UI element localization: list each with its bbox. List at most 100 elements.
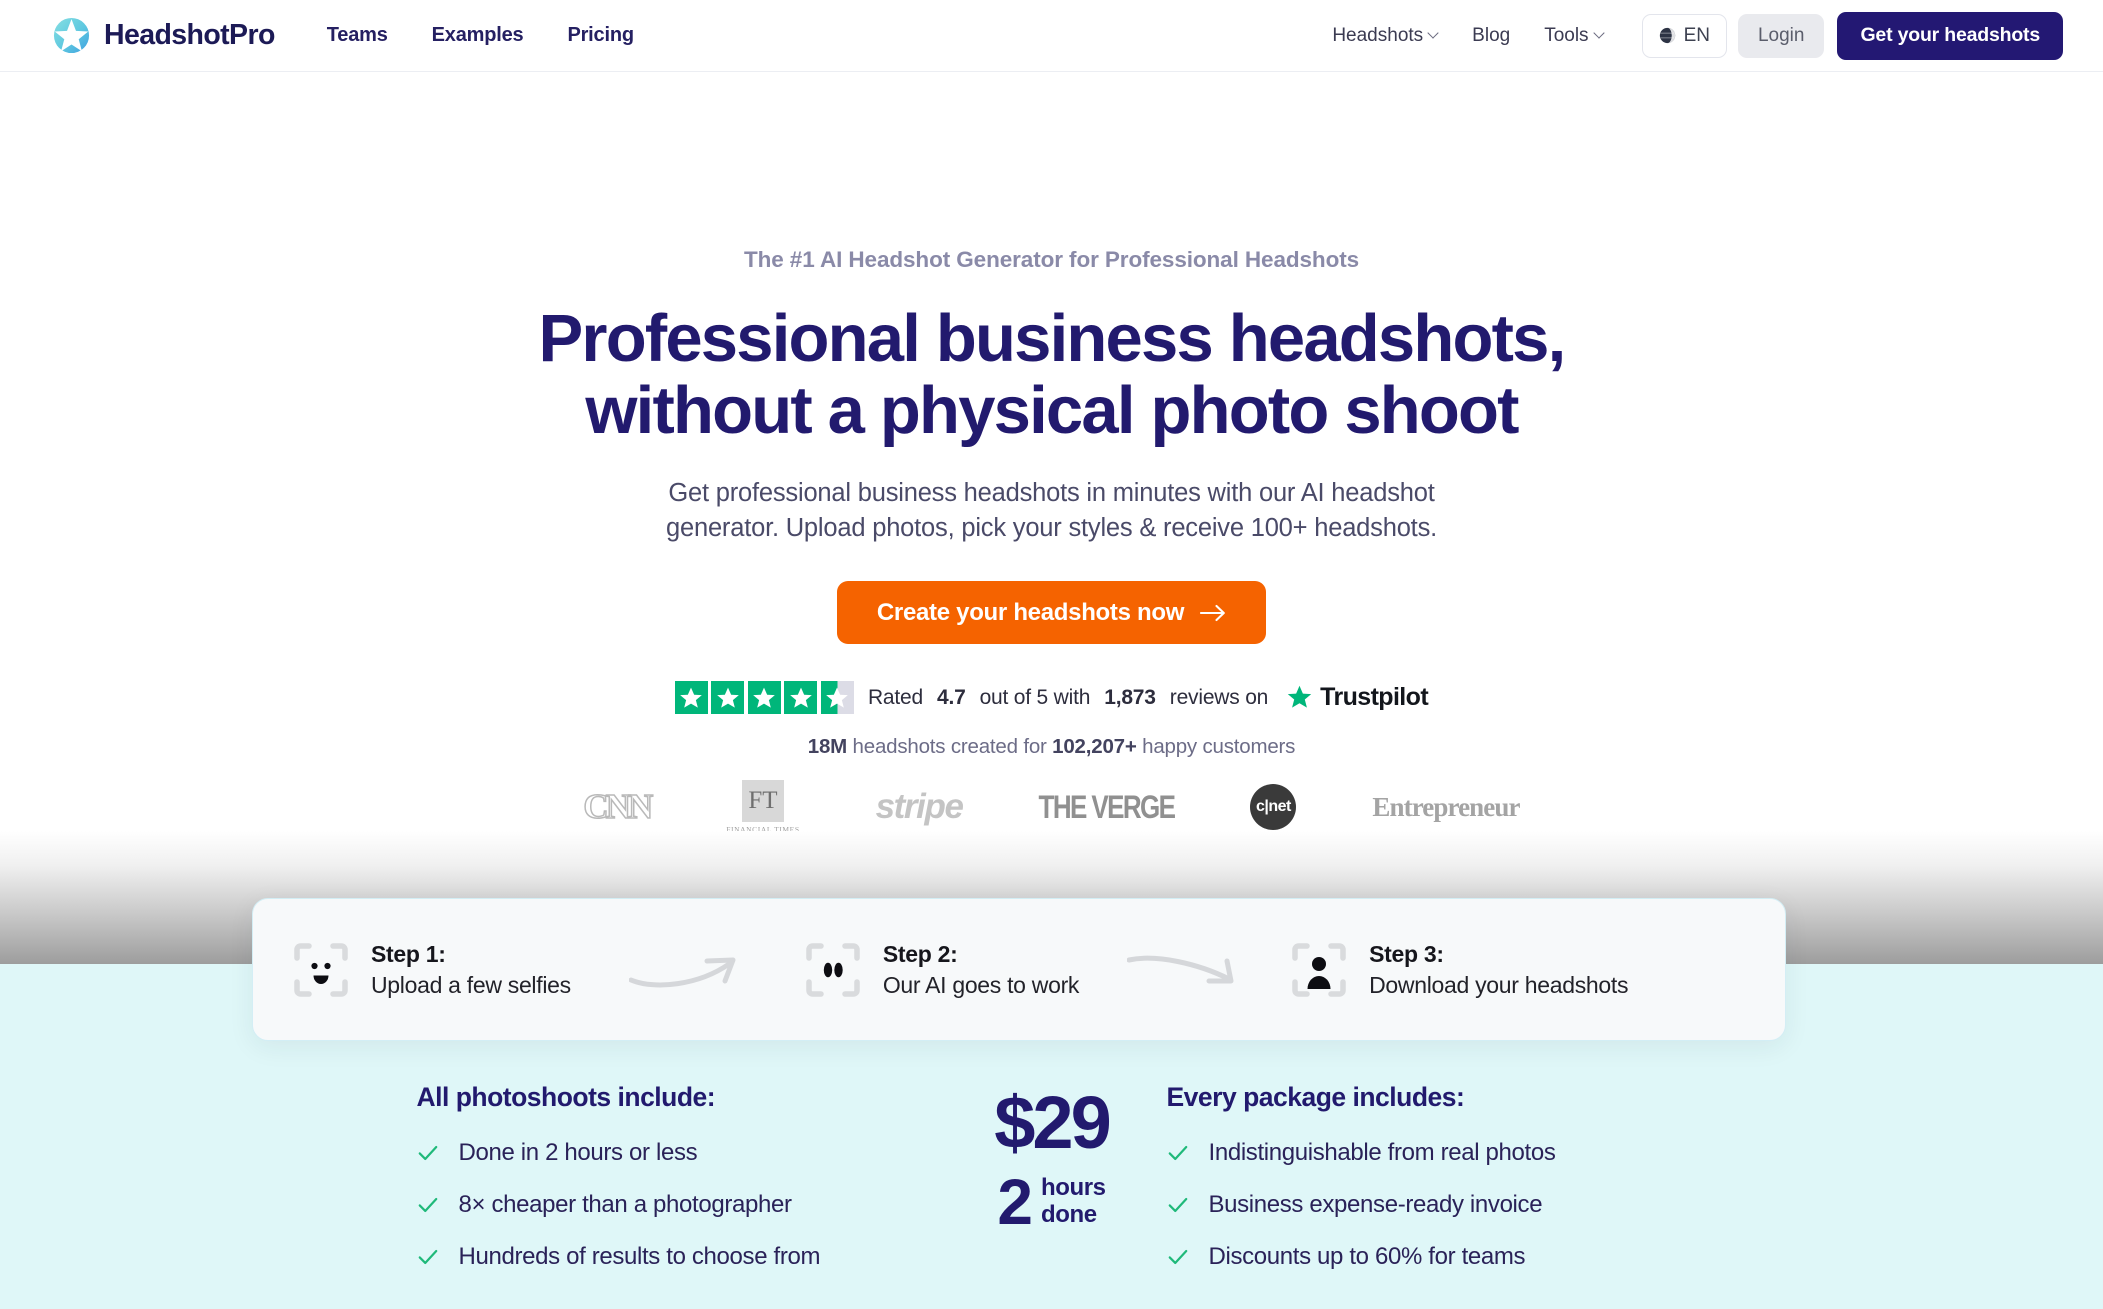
press-logo-stripe: stripe: [875, 787, 964, 827]
trustpilot-logo[interactable]: Trustpilot: [1286, 683, 1429, 712]
nav-item-tools[interactable]: Tools: [1544, 25, 1603, 47]
login-button[interactable]: Login: [1737, 13, 1825, 58]
nav-item-teams[interactable]: Teams: [327, 24, 388, 47]
get-headshots-button[interactable]: Get your headshots: [1837, 11, 2063, 60]
nav-item-blog[interactable]: Blog: [1472, 25, 1510, 47]
face-scan-person-icon: [1292, 942, 1346, 997]
page-title-line-2: without a physical photo shoot: [585, 373, 1519, 449]
stats-mid: headshots created for: [852, 735, 1047, 759]
globe-icon: [1659, 27, 1675, 44]
check-icon: [1168, 1145, 1187, 1161]
trustpilot-name: Trustpilot: [1320, 683, 1429, 712]
star-icon: [674, 681, 708, 715]
package-includes-column: Every package includes: Indistinguishabl…: [1167, 1082, 1687, 1295]
press-logo-the-verge: THE VERGE: [1039, 788, 1176, 826]
how-it-works-card: Step 1: Upload a few selfies Step 2: Our…: [252, 898, 1786, 1041]
hero-subtitle-line-2: generator. Upload photos, pick your styl…: [666, 513, 1437, 542]
step-1-description: Upload a few selfies: [371, 971, 571, 998]
step-3-text: Step 3: Download your headshots: [1369, 941, 1628, 999]
stats-customer-count: 102,207+: [1052, 735, 1137, 759]
hero-subtitle: Get professional business headshots in m…: [0, 476, 2103, 546]
feature-item-label: Done in 2 hours or less: [458, 1139, 698, 1166]
feature-item-label: Indistinguishable from real photos: [1208, 1139, 1556, 1166]
check-icon: [418, 1197, 437, 1213]
entrepreneur-logo-icon: Entrepreneur: [1372, 791, 1520, 822]
page-title: Professional business headshots, without…: [0, 301, 2103, 449]
feature-item-label: Business expense-ready invoice: [1208, 1191, 1543, 1218]
usage-stats: 18M headshots created for 102,207+ happy…: [0, 735, 2103, 759]
star-icon: [711, 681, 745, 715]
landing-page: HeadshotPro Teams Examples Pricing Heads…: [0, 0, 2103, 1309]
language-code: EN: [1683, 24, 1710, 46]
rating-mid: out of 5 with: [979, 685, 1091, 709]
nav-item-tools-label: Tools: [1544, 24, 1589, 46]
photoshoots-include-heading: All photoshoots include:: [416, 1082, 716, 1112]
photoshoots-include-column: All photoshoots include: Done in 2 hours…: [417, 1082, 937, 1295]
rating-score: 4.7: [936, 685, 966, 709]
press-logo-cnet: c|net: [1250, 784, 1297, 831]
trustpilot-rating: Rated 4.7 out of 5 with 1,873 reviews on…: [0, 681, 2103, 715]
brand-logo[interactable]: HeadshotPro: [52, 16, 275, 55]
step-1: Step 1: Upload a few selfies: [293, 941, 571, 999]
press-logos: CNN FT FINANCIAL TIMES stripe THE VERGE …: [0, 780, 2103, 834]
nav-item-headshots[interactable]: Headshots: [1332, 25, 1438, 47]
feature-item: Discounts up to 60% for teams: [1167, 1243, 1687, 1271]
step-3: Step 3: Download your headshots: [1291, 941, 1628, 999]
create-headshots-button[interactable]: Create your headshots now: [836, 581, 1267, 645]
nav-item-pricing[interactable]: Pricing: [567, 24, 634, 47]
turnaround-text: hours done: [1040, 1174, 1106, 1229]
nav-item-examples[interactable]: Examples: [432, 24, 524, 47]
headshotpro-star-logo-icon: [53, 17, 90, 54]
financial-times-logo-icon: FT: [741, 780, 784, 823]
trustpilot-star-icon: [1287, 685, 1312, 708]
star-half-icon: [820, 681, 854, 715]
cnn-logo-icon: CNN: [583, 787, 654, 828]
feature-item: Hundreds of results to choose from: [417, 1243, 937, 1271]
press-logo-cnn: CNN: [583, 787, 654, 828]
rating-review-count: 1,873: [1104, 685, 1156, 709]
check-icon: [1168, 1197, 1187, 1213]
star-rating: [674, 681, 854, 715]
package-includes-heading: Every package includes:: [1166, 1082, 1465, 1112]
stats-suffix: happy customers: [1142, 735, 1296, 759]
stats-headshot-count: 18M: [807, 735, 848, 759]
step-1-title: Step 1:: [371, 940, 446, 967]
cnet-logo-icon: c|net: [1250, 784, 1297, 831]
feature-item-label: 8× cheaper than a photographer: [458, 1191, 792, 1218]
nav-item-headshots-label: Headshots: [1332, 24, 1424, 46]
face-scan-smile-icon: [294, 942, 348, 997]
turnaround-unit: hours: [1040, 1174, 1106, 1202]
star-icon: [747, 681, 781, 715]
chevron-down-icon: [1429, 29, 1438, 38]
step-3-description: Download your headshots: [1369, 971, 1629, 998]
arrow-right-icon: [1200, 604, 1225, 621]
site-header: HeadshotPro Teams Examples Pricing Heads…: [0, 0, 2103, 72]
flow-arrow-1-icon: [628, 957, 736, 987]
flow-arrow-2-icon: [1127, 955, 1234, 983]
step-3-title: Step 3:: [1369, 940, 1444, 967]
turnaround-state: done: [1040, 1201, 1097, 1228]
hero-subtitle-line-1: Get professional business headshots in m…: [668, 478, 1435, 507]
check-icon: [418, 1145, 437, 1161]
star-icon: [784, 681, 818, 715]
language-selector[interactable]: EN: [1641, 13, 1727, 58]
stripe-logo-icon: stripe: [875, 787, 964, 827]
step-2: Step 2: Our AI goes to work: [805, 941, 1079, 999]
hero-section: The #1 AI Headshot Generator for Profess…: [0, 72, 2103, 834]
hero-eyebrow: The #1 AI Headshot Generator for Profess…: [743, 247, 1360, 272]
features-section: All photoshoots include: Done in 2 hours…: [0, 1082, 2103, 1295]
price-amount: $29: [994, 1081, 1111, 1164]
feature-item-label: Hundreds of results to choose from: [458, 1243, 821, 1270]
brand-name: HeadshotPro: [104, 19, 275, 51]
check-icon: [1168, 1249, 1187, 1265]
primary-nav: Teams Examples Pricing: [327, 24, 634, 47]
chevron-down-icon: [1595, 29, 1604, 38]
feature-item: Indistinguishable from real photos: [1167, 1139, 1687, 1167]
face-scan-processing-icon: [806, 942, 860, 997]
press-logo-financial-times: FT FINANCIAL TIMES: [726, 780, 799, 834]
page-title-line-1: Professional business headshots,: [538, 301, 1567, 376]
feature-item: Done in 2 hours or less: [417, 1139, 937, 1167]
rating-prefix: Rated: [867, 685, 923, 709]
feature-item-label: Discounts up to 60% for teams: [1208, 1243, 1526, 1270]
step-1-text: Step 1: Upload a few selfies: [371, 941, 571, 999]
